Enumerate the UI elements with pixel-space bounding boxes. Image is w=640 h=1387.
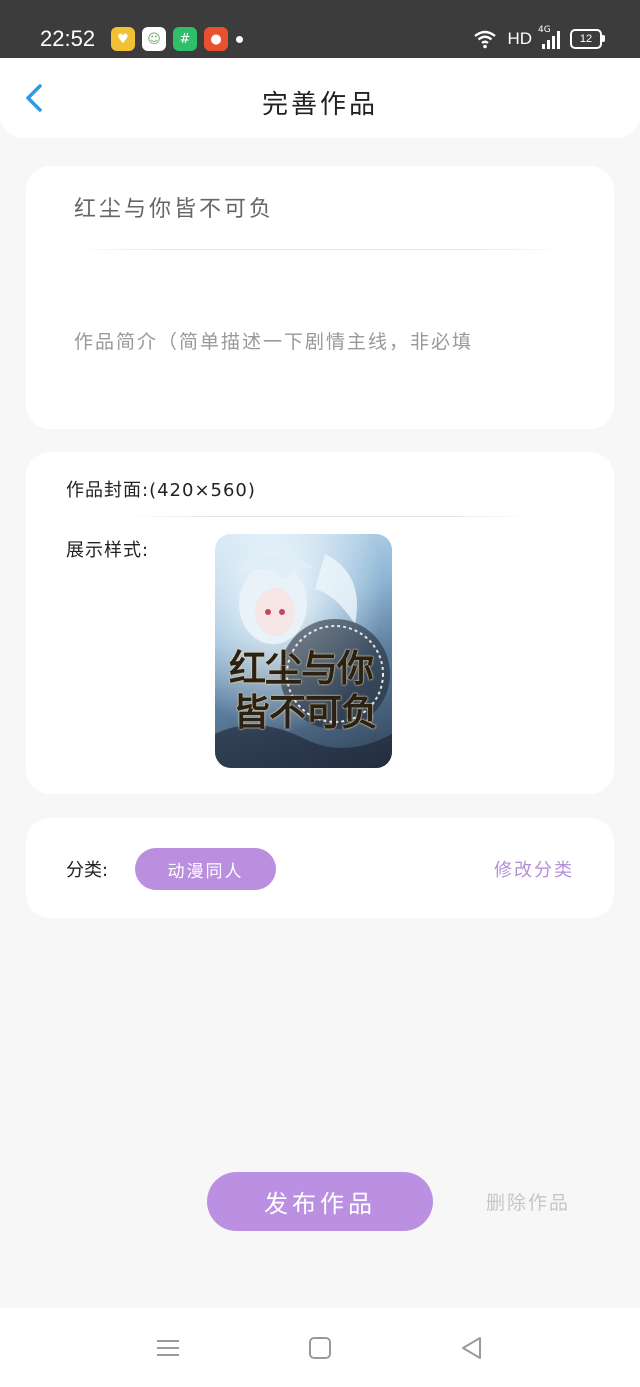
hd-label: HD bbox=[507, 29, 532, 48]
video-app-icon: ● bbox=[204, 27, 228, 51]
notification-dot-icon bbox=[236, 36, 243, 43]
cell-type-label: 4G bbox=[538, 25, 551, 35]
work-title-input[interactable] bbox=[72, 186, 556, 228]
back-triangle-icon bbox=[462, 1337, 481, 1359]
system-indicators: HD 4G 12 bbox=[473, 25, 605, 52]
home-button[interactable] bbox=[306, 1334, 334, 1362]
cover-label: 作品封面:(420×560) bbox=[66, 480, 256, 501]
signal-icon: 4G bbox=[538, 25, 560, 49]
display-style-label: 展示样式: bbox=[66, 540, 150, 561]
system-nav-bar bbox=[0, 1308, 640, 1387]
shop-app-icon: # bbox=[173, 27, 197, 51]
menu-icon bbox=[157, 1340, 179, 1356]
chat-app-icon: ☺ bbox=[142, 27, 166, 51]
back-nav-button[interactable] bbox=[458, 1334, 486, 1362]
cover-card: 作品封面:(420×560) 展示样式: 红尘与你 皆不可负 bbox=[26, 452, 614, 794]
category-chip[interactable]: 动漫同人 bbox=[135, 848, 276, 890]
status-time: 22:52 bbox=[40, 26, 96, 51]
battery-icon: 12 bbox=[570, 29, 605, 49]
menu-button[interactable] bbox=[154, 1334, 182, 1362]
status-bar: 22:52 ♥ ☺ # ● HD 4G 12 bbox=[0, 0, 640, 58]
delete-button[interactable]: 删除作品 bbox=[486, 1188, 570, 1215]
category-card: 分类: 动漫同人 修改分类 bbox=[26, 818, 614, 918]
cover-title-line2: 皆不可负 bbox=[233, 690, 378, 734]
wifi-icon bbox=[474, 30, 497, 49]
battery-level: 12 bbox=[579, 33, 593, 45]
category-label: 分类: bbox=[66, 860, 109, 881]
title-divider bbox=[72, 249, 568, 250]
edit-category-link[interactable]: 修改分类 bbox=[494, 856, 574, 882]
cover-divider bbox=[126, 516, 532, 517]
publish-button[interactable]: 发布作品 bbox=[207, 1172, 433, 1231]
work-info-card bbox=[26, 166, 614, 429]
header: 完善作品 bbox=[0, 58, 640, 138]
cover-image[interactable]: 红尘与你 皆不可负 bbox=[215, 534, 392, 768]
page-title: 完善作品 bbox=[261, 90, 378, 120]
notes-app-icon: ♥ bbox=[111, 27, 135, 51]
home-square-icon bbox=[309, 1337, 331, 1359]
work-description-input[interactable] bbox=[72, 321, 576, 363]
